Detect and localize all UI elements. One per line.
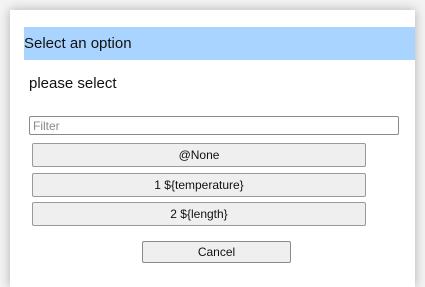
- dialog-prompt: please select: [29, 75, 117, 92]
- filter-input[interactable]: [29, 116, 399, 135]
- dialog-title: Select an option: [24, 35, 132, 52]
- cancel-button[interactable]: Cancel: [142, 241, 291, 263]
- option-none-button[interactable]: @None: [32, 143, 366, 167]
- option-temperature-button[interactable]: 1 ${temperature}: [32, 173, 366, 197]
- select-option-dialog: Select an option please select @None 1 $…: [10, 10, 415, 287]
- dialog-title-bar: Select an option: [24, 27, 415, 60]
- option-length-button[interactable]: 2 ${length}: [32, 202, 366, 226]
